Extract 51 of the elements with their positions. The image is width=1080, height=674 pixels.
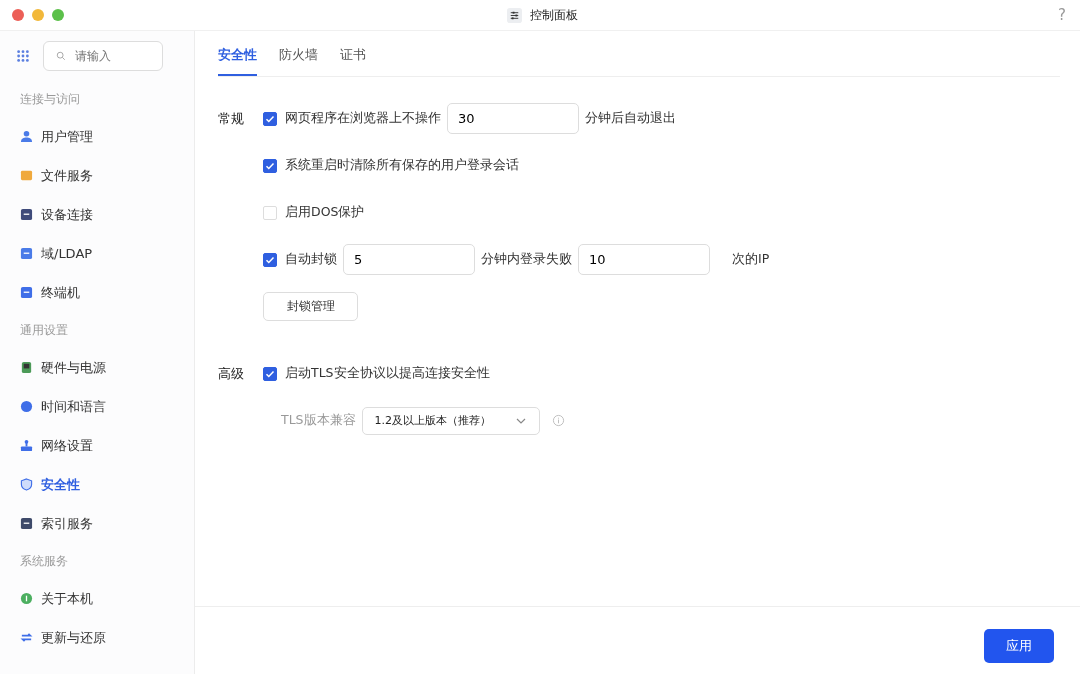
option-label: 次的IP bbox=[732, 251, 770, 268]
sidebar-section-header: 通用设置 bbox=[19, 322, 69, 339]
sidebar-item[interactable]: 设备连接 bbox=[0, 195, 194, 234]
checkbox[interactable] bbox=[263, 158, 277, 173]
apply-button[interactable]: 应用 bbox=[984, 629, 1054, 663]
option-label: 系统重启时清除所有保存的用户登录会话 bbox=[285, 157, 519, 174]
search-field[interactable]: 请输入 bbox=[43, 41, 163, 71]
number-input[interactable]: 5 bbox=[343, 244, 475, 275]
info-icon bbox=[20, 592, 33, 605]
sidebar-item[interactable]: 索引服务 bbox=[0, 504, 194, 543]
number-input[interactable]: 10 bbox=[578, 244, 710, 275]
sliders-icon bbox=[507, 8, 522, 23]
sidebar-item[interactable]: 关于本机 bbox=[0, 579, 194, 618]
network-icon bbox=[20, 439, 33, 452]
section-label: 常规 bbox=[218, 110, 245, 128]
tab[interactable]: 证书 bbox=[340, 31, 366, 76]
sidebar-item[interactable]: 更新与还原 bbox=[0, 618, 194, 657]
sidebar-section-header: 系统服务 bbox=[19, 553, 69, 570]
sidebar-item[interactable]: 时间和语言 bbox=[0, 387, 194, 426]
folder-icon bbox=[20, 169, 33, 182]
block-management-button[interactable]: 封锁管理 bbox=[263, 292, 358, 321]
sidebar-section-header: 连接与访问 bbox=[19, 91, 81, 108]
tab[interactable]: 安全性 bbox=[218, 31, 257, 76]
sidebar-item[interactable]: 用户管理 bbox=[0, 117, 194, 156]
user-icon bbox=[20, 130, 33, 143]
window-title: 控制面板 bbox=[530, 7, 578, 24]
sidebar-item[interactable]: 文件服务 bbox=[0, 156, 194, 195]
sidebar-item[interactable]: 域/LDAP bbox=[0, 234, 194, 273]
sidebar-item[interactable]: 终端机 bbox=[0, 273, 194, 312]
sidebar-item[interactable]: 网络设置 bbox=[0, 426, 194, 465]
option-label: 分钟后自动退出 bbox=[585, 110, 676, 127]
tab[interactable]: 防火墙 bbox=[279, 31, 318, 76]
option-label: 启用DOS保护 bbox=[285, 204, 365, 221]
version-select[interactable]: 1.2及以上版本（推荐） bbox=[361, 406, 540, 435]
sidebar-item[interactable]: 安全性 bbox=[0, 465, 194, 504]
checkbox[interactable] bbox=[263, 111, 277, 126]
option-label: 网页程序在浏览器上不操作 bbox=[285, 110, 441, 127]
close-window-button[interactable] bbox=[12, 9, 24, 21]
checkbox[interactable] bbox=[263, 366, 277, 381]
option-label: 启动TLS安全协议以提高连接安全性 bbox=[285, 365, 490, 382]
option-label: 自动封锁 bbox=[285, 251, 337, 268]
section-label: 高级 bbox=[218, 365, 245, 383]
checkbox[interactable] bbox=[263, 252, 277, 267]
app-grid-icon[interactable] bbox=[16, 49, 30, 63]
zoom-window-button[interactable] bbox=[52, 9, 64, 21]
shield-icon bbox=[20, 478, 33, 491]
select-label: TLS版本兼容 bbox=[281, 412, 356, 429]
option-label: 分钟内登录失败 bbox=[481, 251, 572, 268]
sidebar-item[interactable]: 硬件与电源 bbox=[0, 348, 194, 387]
update-icon bbox=[20, 631, 33, 644]
number-input[interactable]: 30 bbox=[447, 103, 579, 134]
